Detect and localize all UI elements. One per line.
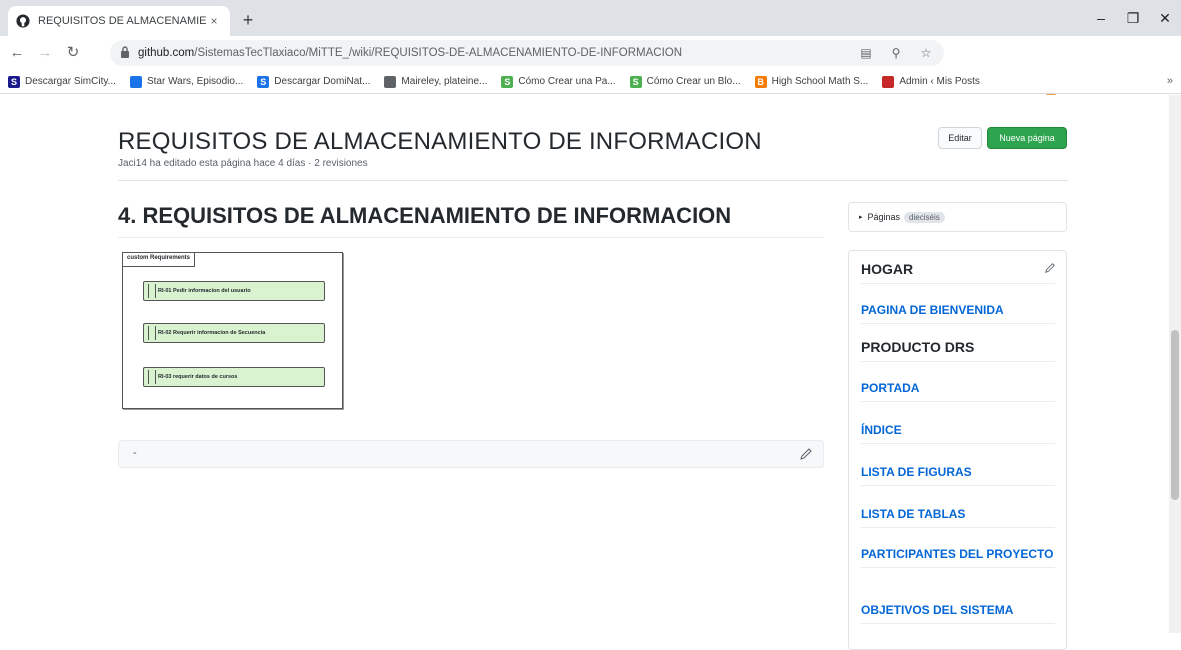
requirement-box: RI-02 Requerir informacion de Secuencia bbox=[143, 323, 325, 343]
sidebar-heading: HOGAR bbox=[861, 261, 1055, 284]
sidebar-link[interactable]: OBJETIVOS DEL SISTEMA bbox=[861, 603, 1055, 624]
sidebar-link[interactable]: ÍNDICE bbox=[861, 423, 1055, 444]
bookmark-item[interactable]: Maireley, plateine... bbox=[384, 75, 488, 88]
zoom-icon[interactable]: ⚲ bbox=[888, 45, 904, 61]
requirement-box: RI-03 requerir datos de cursos bbox=[143, 367, 325, 387]
bookmark-label: Descargar SimCity... bbox=[25, 76, 116, 87]
sidebar-link[interactable]: PARTICIPANTES DEL PROYECTO bbox=[861, 547, 1055, 568]
bookmarks-overflow-icon[interactable]: » bbox=[1167, 75, 1173, 87]
sidebar-link[interactable]: PORTADA bbox=[861, 381, 1055, 402]
bookmark-favicon-icon: B bbox=[754, 75, 767, 88]
browser-toolbar: ← → ↻ github.com/SistemasTecTlaxiaco/MiT… bbox=[0, 36, 1181, 96]
sidebar-link[interactable]: PAGINA DE BIENVENIDA bbox=[861, 303, 1055, 324]
header-divider bbox=[118, 180, 1068, 181]
bookmark-label: Descargar DomiNat... bbox=[274, 76, 371, 87]
bookmark-item[interactable]: S Descargar DomiNat... bbox=[257, 75, 371, 88]
bookmark-favicon-icon: S bbox=[501, 75, 514, 88]
pencil-icon[interactable] bbox=[799, 447, 813, 461]
lock-icon bbox=[120, 45, 132, 61]
page-title: REQUISITOS DE ALMACENAMIENTO DE INFORMAC… bbox=[118, 128, 762, 155]
github-icon bbox=[16, 14, 30, 28]
bookmark-label: High School Math S... bbox=[771, 76, 869, 87]
bookmark-favicon-icon bbox=[882, 75, 895, 88]
new-tab-button[interactable]: + bbox=[236, 9, 260, 33]
pages-label: Páginas bbox=[867, 212, 901, 222]
sidebar-link[interactable]: LISTA DE FIGURAS bbox=[861, 465, 1055, 486]
bookmark-item[interactable]: S Cómo Crear un Blo... bbox=[629, 75, 741, 88]
wiki-sidebar: HOGAR PAGINA DE BIENVENIDA PRODUCTO DRS POR… bbox=[848, 250, 1067, 650]
tab-title: REQUISITOS DE ALMACENAMIEN bbox=[38, 15, 206, 27]
requirement-box: RI-01 Pedir informacion del usuario bbox=[143, 281, 325, 301]
translate-icon[interactable]: ▤ bbox=[858, 45, 874, 61]
bookmark-item[interactable]: S Cómo Crear una Pa... bbox=[501, 75, 616, 88]
bookmark-label: Star Wars, Episodio... bbox=[146, 76, 244, 87]
bookmarks-bar: S Descargar SimCity... Star Wars, Episodio… bbox=[0, 70, 1181, 94]
browser-tab-strip: REQUISITOS DE ALMACENAMIEN × + – ❐ ✕ bbox=[0, 0, 1181, 36]
sidebar-heading: PRODUCTO DRS bbox=[861, 339, 1055, 362]
browser-tab[interactable]: REQUISITOS DE ALMACENAMIEN × bbox=[8, 6, 230, 36]
bookmark-favicon-icon bbox=[129, 75, 142, 88]
tab-close-icon[interactable]: × bbox=[206, 13, 222, 29]
reload-icon[interactable]: ↻ bbox=[62, 42, 84, 64]
caret-right-icon: ▸ bbox=[859, 214, 863, 221]
minimize-icon[interactable]: – bbox=[1083, 6, 1119, 30]
url-text: github.com/SistemasTecTlaxiaco/MiTTE_/wi… bbox=[138, 47, 683, 59]
bookmark-favicon-icon: S bbox=[257, 75, 270, 88]
diagram-tab-label: custom Requirements bbox=[123, 253, 196, 267]
close-window-icon[interactable]: ✕ bbox=[1147, 6, 1181, 30]
bookmark-label: Cómo Crear una Pa... bbox=[518, 76, 616, 87]
bookmark-favicon-icon: S bbox=[629, 75, 642, 88]
pages-count-badge: dieciséis bbox=[904, 211, 945, 223]
revision-meta: Jaci14 ha editado esta página hace 4 día… bbox=[118, 158, 368, 169]
bookmark-favicon-icon bbox=[384, 75, 397, 88]
bookmark-label: Cómo Crear un Blo... bbox=[646, 76, 741, 87]
bookmark-favicon-icon: S bbox=[8, 75, 20, 88]
pages-toggle[interactable]: ▸ Páginas dieciséis bbox=[848, 202, 1067, 232]
scrollbar-thumb[interactable] bbox=[1171, 330, 1179, 500]
footer-text: - bbox=[133, 447, 137, 459]
bookmark-item[interactable]: S Descargar SimCity... bbox=[8, 75, 116, 88]
wiki-footer: - bbox=[118, 440, 824, 468]
address-bar[interactable]: github.com/SistemasTecTlaxiaco/MiTTE_/wi… bbox=[110, 40, 944, 66]
bookmark-star-icon[interactable]: ☆ bbox=[918, 45, 934, 61]
bookmark-item[interactable]: Star Wars, Episodio... bbox=[129, 75, 244, 88]
new-page-button[interactable]: Nueva página bbox=[987, 127, 1067, 149]
maximize-icon[interactable]: ❐ bbox=[1115, 6, 1151, 30]
bookmark-label: Admin ‹ Mis Posts bbox=[899, 76, 980, 87]
wiki-header: REQUISITOS DE ALMACENAMIENTO DE INFORMAC… bbox=[118, 128, 762, 169]
bookmark-label: Maireley, plateine... bbox=[401, 76, 488, 87]
bookmark-item[interactable]: B High School Math S... bbox=[754, 75, 869, 88]
forward-icon[interactable]: → bbox=[34, 42, 56, 64]
back-icon[interactable]: ← bbox=[6, 42, 28, 64]
bookmark-item[interactable]: Admin ‹ Mis Posts bbox=[882, 75, 980, 88]
scrollbar[interactable] bbox=[1169, 95, 1181, 633]
requirements-diagram: custom Requirements RI-01 Pedir informac… bbox=[122, 252, 343, 409]
content-heading: 4. REQUISITOS DE ALMACENAMIENTO DE INFOR… bbox=[118, 203, 824, 238]
edit-button[interactable]: Editar bbox=[938, 127, 982, 149]
sidebar-link[interactable]: LISTA DE TABLAS bbox=[861, 507, 1055, 528]
